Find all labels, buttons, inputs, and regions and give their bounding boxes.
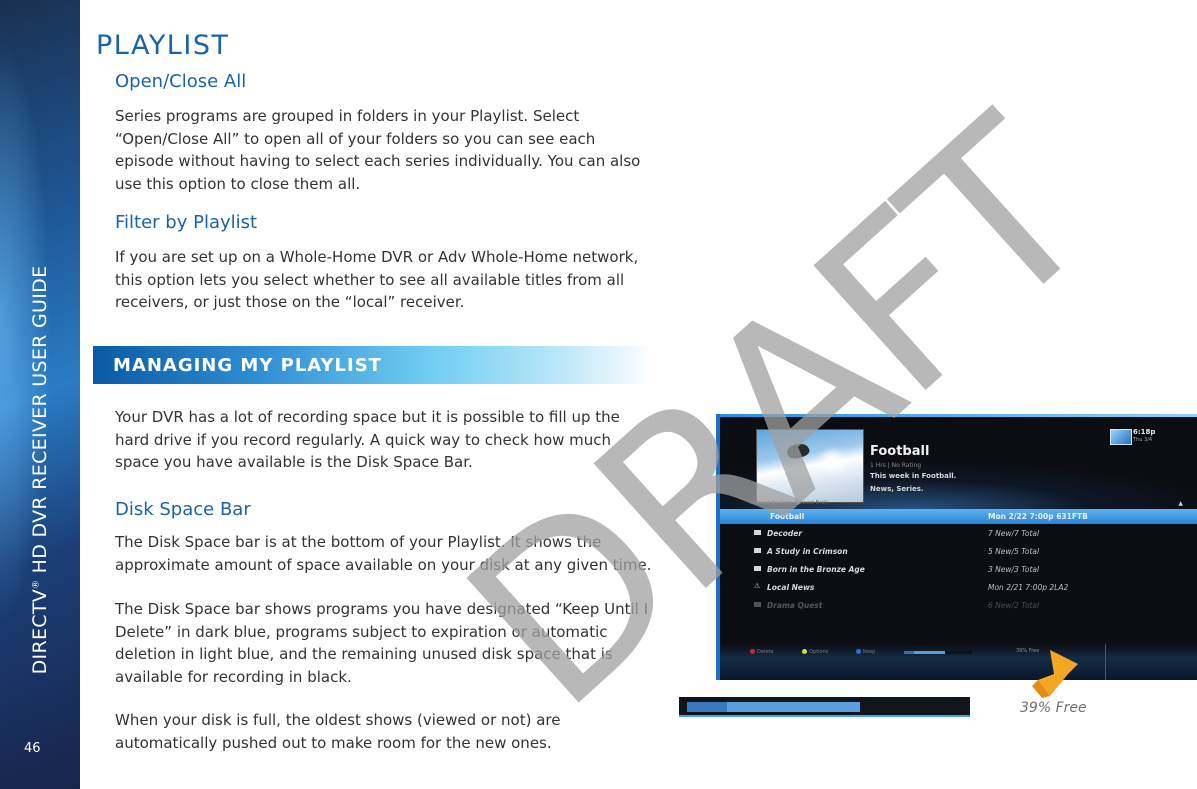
row-info: 3 New/3 Total bbox=[988, 565, 1040, 574]
row-name: Decoder bbox=[767, 529, 803, 538]
disk-space-body-2: The Disk Space bar shows programs you ha… bbox=[115, 600, 649, 686]
legend-keep[interactable]: Keep bbox=[856, 649, 875, 655]
playlist-row[interactable]: Drama Quest 6 New/2 Total bbox=[720, 598, 1197, 613]
guide-title: DIRECTV® HD DVR RECEIVER USER GUIDE bbox=[29, 266, 51, 675]
open-close-body: Series programs are grouped in folders i… bbox=[115, 105, 655, 195]
folder-icon bbox=[754, 548, 761, 553]
mini-disk-space-bar bbox=[904, 651, 972, 654]
legend-label: Options bbox=[809, 649, 829, 655]
playlist-footer: Delete Options Keep 39% Free bbox=[720, 644, 1197, 680]
side-banner: DIRECTV® HD DVR RECEIVER USER GUIDE 46 bbox=[0, 0, 80, 789]
playlist-row[interactable]: Football Mon 2/22 7:00p 631FTB bbox=[720, 509, 1197, 524]
keep-until-delete-segment bbox=[687, 702, 727, 712]
row-info: 5 New/5 Total bbox=[988, 547, 1040, 556]
section-banner: MANAGING MY PLAYLIST bbox=[93, 346, 653, 384]
row-info: 7 New/7 Total bbox=[988, 529, 1040, 538]
legend-label: Delete bbox=[757, 649, 774, 655]
managing-body: Your DVR has a lot of recording space bu… bbox=[115, 408, 620, 471]
section-banner-title: MANAGING MY PLAYLIST bbox=[113, 355, 382, 376]
guide-title-text: HD DVR RECEIVER USER GUIDE bbox=[29, 265, 51, 580]
disk-space-heading: Disk Space Bar bbox=[115, 499, 251, 520]
scroll-up-icon[interactable]: ▲ bbox=[1178, 500, 1183, 507]
page-number: 46 bbox=[24, 741, 41, 756]
playlist-row[interactable]: Born in the Bronze Age 3 New/3 Total bbox=[720, 562, 1197, 577]
row-name: Drama Quest bbox=[767, 601, 823, 610]
folder-icon bbox=[754, 602, 761, 607]
snowboarder-figure bbox=[785, 440, 811, 462]
disk-space-body-1: The Disk Space bar is at the bottom of y… bbox=[115, 533, 652, 574]
mini-keep-segment bbox=[904, 651, 914, 654]
registered-mark: ® bbox=[31, 579, 42, 589]
date: Thu 3/4 bbox=[1133, 437, 1153, 443]
row-info: Mon 2/21 7:00p 2LA2 bbox=[988, 583, 1069, 592]
callout-arrow-icon bbox=[1032, 650, 1078, 698]
disk-space-body-3: When your disk is full, the oldest shows… bbox=[115, 711, 561, 752]
blue-button-icon bbox=[856, 649, 861, 654]
clock: 6:18p bbox=[1133, 428, 1156, 436]
footer-divider bbox=[1105, 644, 1106, 680]
row-name: Football bbox=[770, 512, 805, 521]
playlist-row[interactable]: ⚠ Local News Mon 2/21 7:00p 2LA2 bbox=[720, 580, 1197, 595]
free-space-label: 39% Free bbox=[1020, 700, 1087, 716]
open-close-body-text: Series programs are grouped in folders i… bbox=[115, 107, 641, 193]
program-title: Football bbox=[870, 444, 930, 459]
folder-icon bbox=[754, 530, 761, 535]
folder-icon bbox=[754, 566, 761, 571]
directv-logo-icon bbox=[1110, 429, 1132, 445]
row-info: Mon 2/22 7:00p 631FTB bbox=[988, 512, 1088, 521]
playlist-screenshot: Football 1 Hrs | No Rating This week in … bbox=[716, 414, 1197, 680]
row-info: 6 New/2 Total bbox=[988, 601, 1040, 610]
program-meta: 1 Hrs | No Rating bbox=[870, 462, 922, 469]
warning-icon: ⚠ bbox=[754, 582, 761, 590]
mini-expire-segment bbox=[913, 651, 946, 654]
row-name: Born in the Bronze Age bbox=[767, 565, 865, 574]
yellow-button-icon bbox=[802, 649, 807, 654]
program-thumbnail bbox=[756, 429, 864, 503]
row-name: Local News bbox=[767, 583, 815, 592]
sun-glare bbox=[827, 456, 837, 466]
guide-title-brand: DIRECTV bbox=[29, 588, 51, 675]
disk-space-bar bbox=[679, 697, 970, 717]
expiring-segment bbox=[726, 702, 860, 712]
page-title: PLAYLIST bbox=[96, 30, 230, 61]
sort-order-label: Ordered By Date (Newest First) bbox=[750, 500, 829, 506]
filter-body: If you are set up on a Whole-Home DVR or… bbox=[115, 248, 639, 311]
open-close-heading: Open/Close All bbox=[115, 71, 247, 92]
red-button-icon bbox=[750, 649, 755, 654]
legend-delete[interactable]: Delete bbox=[750, 649, 773, 655]
legend-options[interactable]: Options bbox=[802, 649, 828, 655]
filter-heading: Filter by Playlist bbox=[115, 212, 258, 233]
row-name: A Study in Crimson bbox=[767, 547, 848, 556]
playlist-row[interactable]: Decoder 7 New/7 Total bbox=[720, 526, 1197, 541]
playlist-row[interactable]: A Study in Crimson 5 New/5 Total bbox=[720, 544, 1197, 559]
sort-order-bar[interactable]: Ordered By Date (Newest First) ▲ bbox=[750, 500, 1187, 508]
program-description: This week in Football. bbox=[870, 472, 957, 480]
legend-label: Keep bbox=[863, 649, 876, 655]
program-genre: News, Series. bbox=[870, 485, 924, 493]
